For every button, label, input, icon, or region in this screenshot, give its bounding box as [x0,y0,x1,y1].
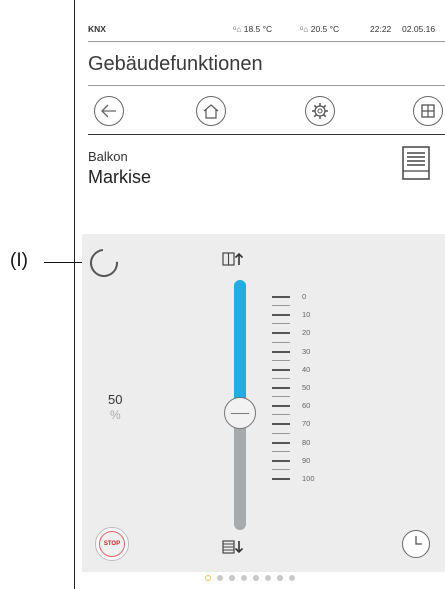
scale-tick-major [272,441,290,444]
home-button[interactable] [196,96,226,126]
page-dot[interactable] [277,575,283,581]
page-dot[interactable] [229,575,235,581]
scale-tick-major [272,478,290,480]
page-dot[interactable] [217,575,223,581]
scale-label: 60 [302,401,311,411]
scale-tick-major [272,296,290,298]
scale-tick-major [272,368,290,371]
scale-tick-minor [272,305,290,307]
device-name: Markise [88,167,152,187]
scale-tick-minor [272,450,290,452]
date: 02.05.16 [402,24,436,34]
control-panel [82,234,445,572]
position-slider-handle[interactable] [224,397,256,429]
settings-gear-icon [312,103,328,119]
scale-tick-minor [272,396,290,398]
scale-tick-major [272,423,290,426]
blind-closed-down-icon [222,540,244,554]
page-indicator [205,575,295,581]
scale-label: 50 [302,383,311,392]
scale-tick-major [272,405,290,408]
scale-label: 0 [302,292,307,301]
back-button[interactable] [94,96,124,126]
stop-button[interactable]: STOP [95,527,129,561]
scale-label: 40 [302,364,311,374]
app-name: KNX [88,24,106,34]
back-icon [101,104,116,118]
page-dot[interactable] [205,575,211,581]
clock-icon [415,536,422,545]
scale-label: 30 [302,346,311,356]
scale-tick-minor [272,414,290,416]
position-unit: % [110,408,121,422]
page-dot[interactable] [241,575,247,581]
scale-tick-major [272,314,290,317]
scale-label: 80 [302,437,311,447]
scale-tick-minor [272,323,290,325]
page-dot[interactable] [265,575,271,581]
position-slider-fill [234,280,246,413]
scale-tick-minor [272,359,290,361]
nav-divider [88,134,445,135]
status-divider [88,41,445,42]
close-down-button[interactable] [222,540,244,559]
page-dot[interactable] [289,575,295,581]
scale-tick-major [272,332,290,335]
document-list-icon [402,146,430,180]
timer-button[interactable] [402,530,430,558]
home-icon [203,103,219,119]
scale-label: 20 [302,328,311,338]
outdoor-temperature-value: 18.5 °C [243,24,273,34]
menu-button[interactable] [401,145,431,186]
scale-tick-minor [272,432,290,434]
indoor-temperature-value: 20.5 °C [310,24,340,34]
scale-label: 70 [302,419,311,429]
open-up-button[interactable] [222,252,244,271]
frame-left-border [74,0,75,589]
thermometer-outdoor-icon: ᵒ⌂ [233,24,242,34]
callout-label: (I) [10,250,28,271]
outdoor-temperature: ᵒ⌂ 18.5 °C [233,24,272,34]
scale-tick-major [272,350,290,353]
scale-tick-minor [272,468,290,470]
position-value: 50 [108,392,123,407]
scale-label: 100 [302,474,315,483]
indoor-temperature: ᵒ⌂ 20.5 °C [300,24,339,34]
scale-tick-major [272,387,290,389]
scale-label: 90 [302,455,311,465]
grid-icon [421,104,435,118]
page-dot[interactable] [253,575,259,581]
stop-label: STOP [103,541,121,547]
page-title: Gebäudefunktionen [88,53,263,75]
grid-button[interactable] [413,96,443,126]
scale-tick-major [272,459,290,462]
scale-tick-minor [272,377,290,379]
clock-time: 22:22 [370,24,392,34]
scale-label: 10 [302,310,311,320]
room-name: Balkon [88,149,128,164]
scale-tick-minor [272,341,290,343]
window-open-up-icon [222,252,244,266]
status-bar: KNX ᵒ⌂ 18.5 °C ᵒ⌂ 20.5 °C 22:22 02.05.16 [88,22,445,36]
settings-button[interactable] [305,96,335,126]
title-divider [88,85,445,86]
thermometer-indoor-icon: ᵒ⌂ [300,24,309,34]
